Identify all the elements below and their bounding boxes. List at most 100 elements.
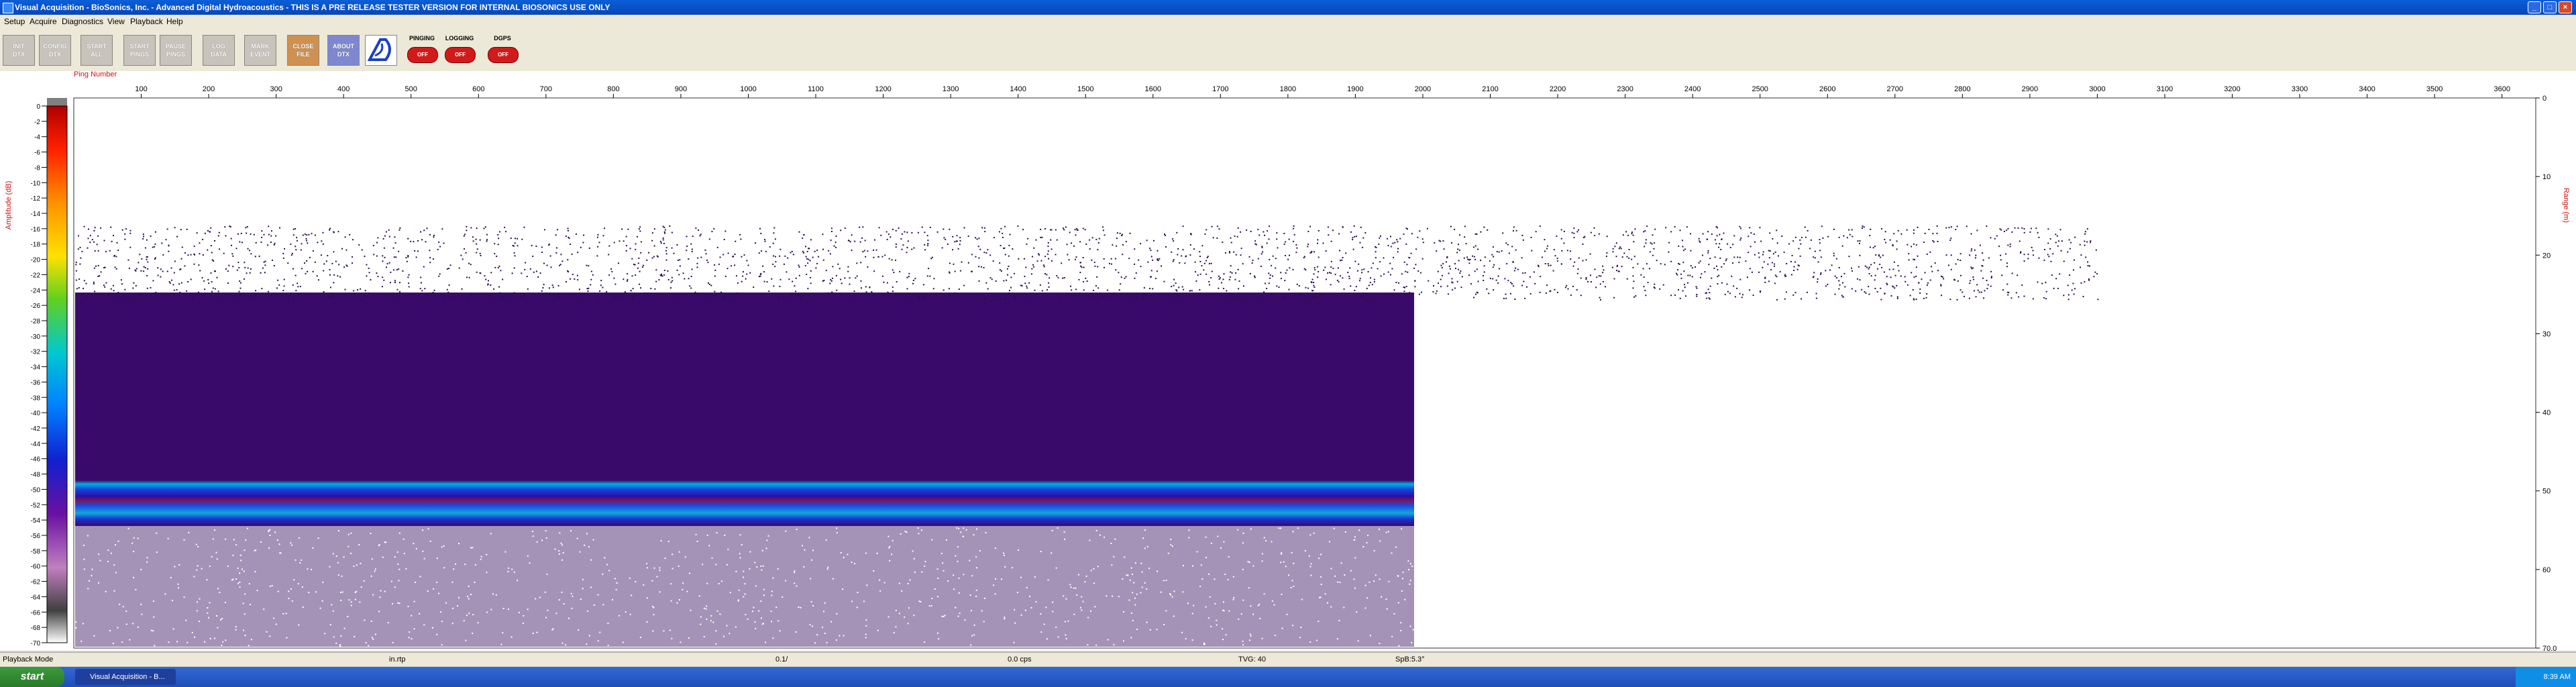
- x-tick-label: 600: [472, 85, 484, 93]
- echo-speckle: [1118, 272, 1120, 274]
- echo-speckle: [971, 635, 973, 637]
- pause-pings-button[interactable]: PAUSE PINGS: [160, 35, 192, 66]
- echo-speckle: [1522, 272, 1524, 274]
- echo-speckle: [711, 231, 713, 233]
- echo-speckle: [174, 566, 176, 568]
- echo-speckle: [1978, 564, 1980, 566]
- close-window-button[interactable]: ×: [2559, 1, 2572, 13]
- echo-speckle: [275, 623, 277, 625]
- echo-speckle: [1203, 642, 1205, 644]
- echo-speckle: [250, 604, 252, 606]
- echo-speckle: [957, 546, 959, 548]
- echo-speckle: [1627, 234, 1629, 236]
- echo-speckle: [854, 563, 856, 565]
- echo-speckle: [139, 254, 141, 256]
- echo-speckle: [1373, 297, 1375, 299]
- mark-event-button[interactable]: MARK EVENT: [244, 35, 276, 66]
- echo-speckle: [1716, 235, 1718, 237]
- echo-speckle: [2082, 295, 2084, 297]
- echo-speckle: [893, 272, 895, 274]
- echo-speckle: [1238, 618, 1240, 620]
- echo-speckle: [1539, 291, 1541, 293]
- echo-speckle: [2005, 253, 2007, 255]
- echo-speckle: [1081, 596, 1083, 598]
- echo-speckle: [239, 586, 241, 588]
- maximize-button[interactable]: □: [2543, 1, 2557, 13]
- echo-speckle: [1897, 229, 1899, 231]
- echo-speckle: [93, 635, 95, 637]
- echo-speckle: [647, 567, 649, 569]
- echo-speckle: [1454, 229, 1456, 231]
- echo-speckle: [1038, 254, 1040, 256]
- echo-speckle: [1988, 564, 1990, 566]
- echo-speckle: [133, 537, 135, 539]
- init-dtx-button[interactable]: INIT DTX: [3, 35, 35, 66]
- start-all-button[interactable]: START ALL: [80, 35, 113, 66]
- echo-speckle: [639, 283, 641, 285]
- echo-speckle: [1240, 248, 1242, 250]
- echo-speckle: [2027, 258, 2029, 260]
- config-dtx-button[interactable]: CONFIG DTX: [39, 35, 71, 66]
- echo-speckle: [135, 270, 137, 272]
- echo-speckle: [83, 568, 85, 570]
- echo-speckle: [513, 292, 515, 294]
- echo-speckle: [1218, 228, 1220, 230]
- echo-speckle: [1593, 227, 1595, 229]
- echo-speckle: [1558, 556, 1560, 558]
- range-tick-label: 30: [2542, 330, 2551, 338]
- echo-speckle: [1838, 236, 1840, 238]
- colorbar-tick-label: -14: [31, 211, 41, 218]
- echo-speckle: [440, 611, 442, 613]
- minimize-button[interactable]: _: [2528, 1, 2541, 13]
- echo-speckle: [1822, 237, 1824, 239]
- echo-speckle: [111, 240, 113, 242]
- menu-setup[interactable]: Setup: [4, 15, 25, 28]
- echo-speckle: [659, 241, 661, 243]
- echo-speckle: [1748, 576, 1750, 578]
- echo-speckle: [862, 251, 864, 253]
- echo-speckle: [1762, 254, 1764, 256]
- echo-speckle: [485, 278, 487, 280]
- echo-speckle: [1093, 262, 1095, 264]
- start-pings-button[interactable]: START PINGS: [123, 35, 156, 66]
- echo-speckle: [421, 239, 423, 241]
- echo-speckle: [173, 293, 175, 295]
- echo-speckle: [1514, 299, 1516, 301]
- echo-speckle: [290, 544, 292, 546]
- echo-speckle: [646, 293, 648, 295]
- echo-speckle: [470, 547, 472, 549]
- taskbar-item-visual-acquisition[interactable]: Visual Acquisition - B...: [75, 669, 176, 685]
- echo-speckle: [1960, 289, 1962, 291]
- echo-speckle: [1406, 264, 1408, 266]
- echo-speckle: [854, 240, 856, 242]
- echo-speckle: [1778, 570, 1780, 572]
- menu-diagnostics[interactable]: Diagnostics: [62, 15, 103, 28]
- echo-speckle: [1119, 232, 1121, 234]
- menu-acquire[interactable]: Acquire: [30, 15, 57, 28]
- echo-speckle: [802, 237, 804, 240]
- echogram-svg[interactable]: Amplitude (dB) Ping Number Range (m) 0-2…: [0, 70, 2576, 653]
- echo-speckle: [1573, 227, 1575, 229]
- log-data-button[interactable]: LOG DATA: [203, 35, 235, 66]
- echo-speckle: [1073, 587, 1075, 589]
- echo-speckle: [278, 284, 280, 286]
- echo-speckle: [526, 276, 528, 278]
- echo-speckle: [849, 283, 851, 285]
- echo-speckle: [1055, 229, 1057, 231]
- menu-help[interactable]: Help: [166, 15, 183, 28]
- about-dtx-button[interactable]: ABOUT DTX: [327, 35, 360, 66]
- echo-speckle: [1606, 235, 1608, 237]
- close-file-button[interactable]: CLOSE FILE: [287, 35, 319, 66]
- start-button[interactable]: start: [0, 667, 64, 687]
- menu-playback[interactable]: Playback: [130, 15, 163, 28]
- echo-speckle: [378, 611, 380, 613]
- menu-view[interactable]: View: [107, 15, 125, 28]
- echo-speckle: [476, 271, 478, 273]
- echo-speckle: [707, 262, 709, 264]
- echo-speckle: [1170, 538, 1172, 540]
- echo-speckle: [1647, 282, 1649, 284]
- echo-speckle: [552, 628, 554, 630]
- echo-speckle: [237, 262, 239, 264]
- echo-speckle: [78, 286, 80, 288]
- echo-speckle: [371, 558, 373, 560]
